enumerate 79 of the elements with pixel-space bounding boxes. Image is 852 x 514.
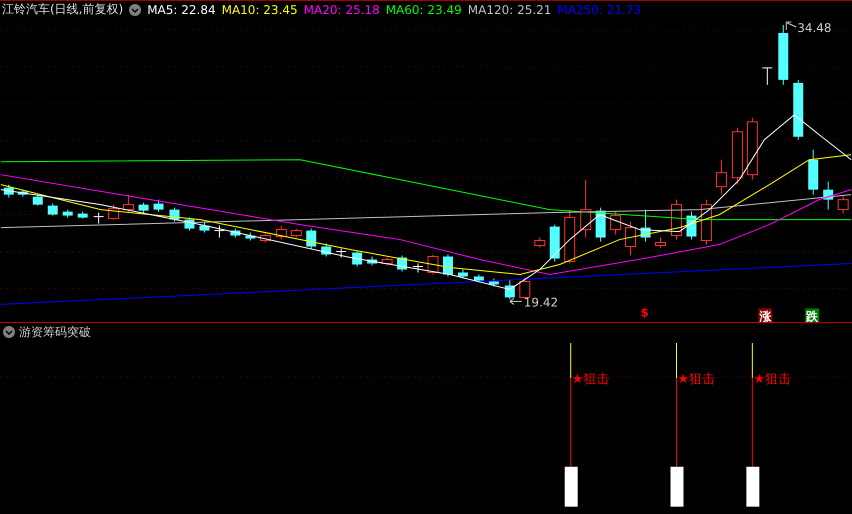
candlestick: [78, 211, 88, 220]
candlestick: [138, 202, 149, 214]
moving-average-legend: MA20: 25.18: [304, 2, 380, 16]
candlestick: [108, 204, 120, 220]
candlestick: [504, 278, 515, 300]
candlestick: [321, 243, 332, 258]
candlestick: [580, 179, 592, 238]
candlestick: [382, 257, 393, 266]
moving-average-legend: MA250: 21.73: [557, 2, 642, 16]
arrow-icon: [509, 298, 522, 305]
moving-average-legend: MA60: 23.49: [386, 2, 462, 16]
candlestick: [199, 221, 210, 234]
candlestick: [596, 207, 606, 242]
candlestick: [18, 189, 28, 198]
candlestick: [245, 232, 256, 242]
candlestick: [458, 269, 468, 279]
candlestick: [352, 250, 362, 267]
signal-bar: [746, 467, 760, 508]
moving-average-legend: MA120: 25.21: [468, 2, 552, 16]
candlestick: [488, 278, 499, 287]
candlestick: [838, 195, 849, 214]
candlestick: [762, 67, 773, 86]
candlestick: [474, 274, 484, 283]
moving-average-legend: MA10: 23.45: [222, 2, 298, 16]
candlestick: [154, 199, 164, 212]
signal-label: ★狙击: [678, 372, 716, 388]
candlestick: [534, 237, 546, 248]
candlestick: [808, 149, 818, 196]
signal-bar: [670, 467, 684, 508]
candlestick: [746, 117, 758, 180]
fall-badge: 跌: [805, 308, 820, 322]
signal-label: ★狙击: [753, 372, 791, 388]
candlestick: [640, 209, 651, 242]
candlestick: [276, 225, 287, 240]
candlestick: [655, 237, 666, 248]
candlestick: [716, 159, 727, 196]
candlestick: [700, 199, 712, 246]
candlestick: [230, 228, 240, 238]
candlestick: [170, 207, 180, 222]
candlestick: [48, 203, 58, 216]
high-price-label: 34.48: [797, 20, 832, 35]
candlestick: [306, 228, 316, 250]
candlestick: [564, 209, 576, 264]
moving-average-legend: MA5: 22.84: [147, 2, 216, 16]
candlestick: [123, 194, 134, 212]
signal-label: ★狙击: [572, 372, 610, 388]
candlestick: [4, 184, 14, 198]
indicator-title: 游资筹码突破: [19, 324, 91, 341]
candlestick: [610, 211, 622, 236]
stock-title: 江铃汽车(日线,前复权): [2, 1, 124, 18]
candlestick: [214, 225, 225, 238]
low-price-label: 19.42: [524, 295, 558, 310]
candlestick: [336, 248, 347, 258]
chevron-down-icon[interactable]: [129, 4, 142, 16]
candlestick: [550, 224, 560, 262]
candlestick: [412, 263, 424, 273]
candlestick: [367, 256, 378, 266]
candlestick: [671, 199, 682, 240]
signal-bar: [564, 467, 578, 508]
candlestick: [823, 181, 834, 210]
candlestick: [184, 217, 194, 232]
candlestick: [625, 221, 636, 256]
candlestick: [93, 212, 104, 224]
candlestick: [32, 194, 43, 206]
rise-badge: 涨: [758, 308, 772, 322]
candlestick: [260, 233, 271, 244]
candlestick: [519, 276, 530, 299]
candlestick: [778, 24, 788, 86]
candlestick: [428, 254, 438, 275]
candlestick: [397, 255, 408, 272]
candlestick: [686, 211, 696, 240]
arrow-icon: [786, 22, 797, 30]
candlestick: [793, 79, 804, 140]
candlestick: [290, 228, 302, 238]
candlestick: [62, 209, 73, 218]
candlestick: [442, 254, 453, 277]
chevron-down-icon[interactable]: [3, 326, 15, 338]
candlestick: [732, 127, 743, 186]
dollar-marker: $: [640, 305, 649, 320]
